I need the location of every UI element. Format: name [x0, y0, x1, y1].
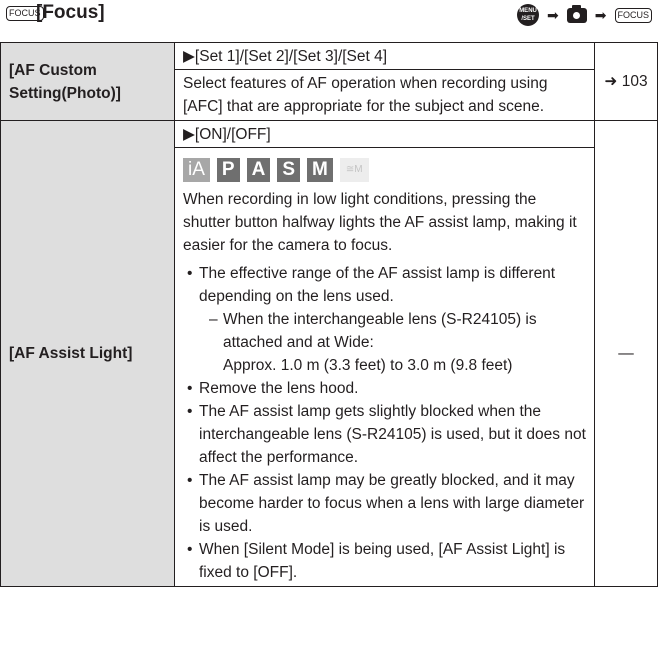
mode-p-icon: P — [216, 158, 240, 182]
mode-video-m-icon: ≅M — [339, 158, 369, 182]
section-header: FOCUS [Focus] MENU/SET ➡ ➡ FOCUS — [0, 0, 658, 32]
table-row: [AF Assist Light] ▶[ON]/[OFF] iA P A S M… — [0, 120, 658, 587]
camera-icon — [566, 4, 587, 23]
setting-name: [AF Custom Setting(Photo)] — [0, 42, 175, 121]
list-item: The AF assist lamp may be greatly blocke… — [183, 469, 586, 538]
page-reference: — — [594, 120, 658, 587]
mode-ia-icon: iA — [183, 158, 210, 182]
recording-modes: iA P A S M ≅M — [183, 158, 586, 182]
list-item: The effective range of the AF assist lam… — [183, 262, 586, 377]
focus-menu-icon: FOCUS — [614, 7, 652, 23]
arrow-right-icon: ➡ — [547, 6, 559, 23]
list-item: The AF assist lamp gets slightly blocked… — [183, 400, 586, 469]
setting-content: ▶[ON]/[OFF] iA P A S M ≅M When recording… — [174, 120, 595, 587]
page-reference: ➜ 103 — [594, 42, 658, 121]
sub-note: When the interchangeable lens (S-R24105)… — [209, 308, 586, 354]
list-item: When [Silent Mode] is being used, [AF As… — [183, 538, 586, 584]
mode-s-icon: S — [277, 158, 301, 182]
notes-list: The effective range of the AF assist lam… — [183, 262, 586, 584]
mode-a-icon: A — [246, 158, 271, 182]
menu-path: MENU/SET ➡ ➡ FOCUS — [517, 4, 652, 26]
menu-set-icon: MENU/SET — [517, 4, 540, 26]
setting-options: ▶[ON]/[OFF] — [175, 121, 594, 148]
settings-table: [AF Custom Setting(Photo)] ▶[Set 1]/[Set… — [0, 42, 658, 587]
setting-description: Select features of AF operation when rec… — [183, 75, 548, 115]
range-note: Approx. 1.0 m (3.3 feet) to 3.0 m (9.8 f… — [223, 357, 513, 374]
setting-content: ▶[Set 1]/[Set 2]/[Set 3]/[Set 4] Select … — [174, 42, 595, 121]
arrow-right-icon: ➡ — [594, 6, 607, 23]
table-row: [AF Custom Setting(Photo)] ▶[Set 1]/[Set… — [0, 42, 658, 121]
setting-options: ▶[Set 1]/[Set 2]/[Set 3]/[Set 4] — [175, 43, 594, 70]
mode-m-icon: M — [307, 158, 333, 182]
setting-name: [AF Assist Light] — [0, 120, 175, 587]
page-title: [Focus] — [36, 2, 105, 23]
list-item: Remove the lens hood. — [183, 377, 586, 400]
setting-description: When recording in low light conditions, … — [183, 191, 577, 254]
